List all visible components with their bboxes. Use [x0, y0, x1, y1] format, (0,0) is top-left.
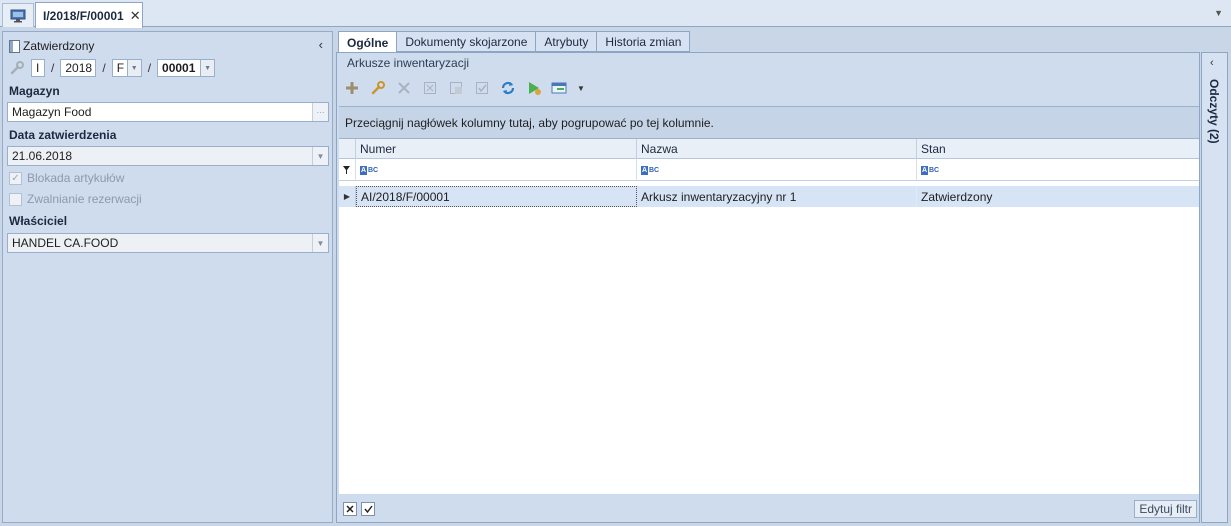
readings-side-panel[interactable]: ‹ Odczyty (2)	[1201, 52, 1228, 523]
cancel-document-icon[interactable]	[421, 79, 439, 97]
monitor-icon	[10, 9, 26, 22]
edit-icon[interactable]	[369, 79, 387, 97]
series-dropdown-icon[interactable]: ▼	[127, 59, 142, 77]
column-header-state[interactable]: Stan	[917, 139, 1199, 159]
column-header-number[interactable]: Numer	[356, 139, 637, 159]
tab-history[interactable]: Historia zmian	[597, 31, 691, 52]
checkbox-empty-icon	[9, 192, 22, 206]
tab-bar: Ogólne Dokumenty skojarzone Atrybuty His…	[338, 31, 691, 53]
document-number-row: I / 2018 / F ▼ / 00001 ▼	[9, 59, 216, 77]
number-sequence-field[interactable]: 00001	[157, 59, 202, 77]
refresh-icon[interactable]	[499, 79, 517, 97]
chevron-down-icon[interactable]: ▼	[1214, 8, 1223, 18]
filter-name-input[interactable]: A BC	[637, 159, 917, 181]
row-indicator-icon: ▶	[339, 186, 356, 207]
approval-date-field[interactable]: 21.06.2018 ▼	[7, 146, 329, 166]
section-title: Arkusze inwentaryzacji	[347, 56, 470, 70]
filter-state-input[interactable]: A BC	[917, 159, 1199, 181]
grid-footer: Edytuj filtr	[339, 497, 1199, 521]
approval-date-value: 21.06.2018	[12, 149, 73, 163]
warehouse-field[interactable]: Magazyn Food ···	[7, 102, 329, 122]
group-by-area[interactable]: Przeciągnij nagłówek kolumny tutaj, aby …	[339, 106, 1199, 138]
status-label: Zatwierdzony	[23, 39, 95, 53]
toolbar: ▼	[343, 78, 585, 98]
run-report-icon[interactable]	[525, 79, 543, 97]
tab-attributes[interactable]: Atrybuty	[536, 31, 598, 52]
table-row[interactable]: ▶ AI/2018/F/00001 Arkusz inwentaryzacyjn…	[339, 186, 1199, 207]
release-reservations-label: Zwalnianie rezerwacji	[27, 192, 142, 206]
owner-value: HANDEL CA.FOOD	[12, 236, 119, 250]
cell-name[interactable]: Arkusz inwentaryzacyjny nr 1	[637, 186, 917, 207]
approve-document-icon[interactable]	[473, 79, 491, 97]
clear-filter-icon[interactable]	[343, 502, 357, 516]
add-icon[interactable]	[343, 79, 361, 97]
text-filter-icon: A BC	[641, 165, 660, 175]
owner-field[interactable]: HANDEL CA.FOOD ▼	[7, 233, 329, 253]
number-separator: /	[51, 61, 55, 75]
edit-filter-button[interactable]: Edytuj filtr	[1134, 500, 1197, 518]
data-grid: Numer Nazwa Stan A BC A BC A BC ▶ AI/2018/F…	[339, 138, 1199, 494]
document-icon	[9, 39, 20, 53]
delete-icon[interactable]	[395, 79, 413, 97]
warehouse-label: Magazyn	[9, 84, 60, 98]
chevron-down-icon[interactable]: ▼	[577, 79, 585, 97]
filter-icon	[339, 159, 356, 181]
collapse-left-icon[interactable]: ‹	[319, 37, 323, 52]
chevron-down-icon[interactable]: ▼	[312, 147, 328, 165]
number-series-field[interactable]: F	[111, 59, 128, 77]
document-tab-label: I/2018/F/00001	[43, 8, 124, 23]
cell-state[interactable]: Zatwierdzony	[917, 186, 1199, 207]
number-year-field[interactable]: 2018	[60, 59, 97, 77]
tab-linked-documents[interactable]: Dokumenty skojarzone	[397, 31, 537, 52]
top-tab-strip: I/2018/F/00001 ✕ ▼	[0, 0, 1231, 28]
main-content: Arkusze inwentaryzacji ▼ Przeciągnij nag…	[336, 52, 1200, 523]
row-indicator-header	[339, 139, 356, 159]
readings-panel-label[interactable]: Odczyty (2)	[1207, 79, 1221, 144]
text-filter-icon: A BC	[360, 165, 379, 175]
release-reservations-checkbox[interactable]: Zwalnianie rezerwacji	[9, 192, 142, 206]
ellipsis-icon[interactable]: ···	[312, 103, 328, 121]
sequence-dropdown-icon[interactable]: ▼	[201, 59, 216, 77]
close-icon[interactable]: ✕	[130, 8, 141, 24]
text-filter-icon: A BC	[921, 165, 940, 175]
enable-filter-checkbox[interactable]	[361, 502, 375, 516]
home-tab[interactable]	[2, 3, 34, 27]
block-items-checkbox[interactable]: ✓ Blokada artykułów	[9, 171, 124, 185]
expand-panel-icon[interactable]: ‹	[1210, 57, 1214, 69]
grid-header: Numer Nazwa Stan	[339, 139, 1199, 159]
block-items-label: Blokada artykułów	[27, 171, 125, 185]
wrench-icon[interactable]	[9, 60, 25, 76]
tab-general[interactable]: Ogólne	[338, 31, 398, 53]
copy-document-icon[interactable]	[447, 79, 465, 97]
left-panel: Zatwierdzony ‹ I / 2018 / F ▼ / 00001 ▼ …	[2, 31, 333, 523]
owner-label: Właściciel	[9, 214, 68, 228]
number-prefix-field[interactable]: I	[31, 59, 45, 77]
warehouse-value: Magazyn Food	[12, 105, 92, 119]
filter-number-input[interactable]: A BC	[356, 159, 637, 181]
number-separator: /	[147, 61, 152, 75]
chevron-down-icon[interactable]: ▼	[312, 234, 328, 252]
cell-number[interactable]: AI/2018/F/00001	[356, 186, 637, 207]
checkmark-icon: ✓	[9, 171, 22, 185]
number-separator: /	[102, 61, 106, 75]
grid-filter-row: A BC A BC A BC	[339, 159, 1199, 181]
approval-date-label: Data zatwierdzenia	[9, 128, 117, 142]
view-options-icon[interactable]	[551, 79, 569, 97]
column-header-name[interactable]: Nazwa	[637, 139, 917, 159]
status-row: Zatwierdzony	[9, 39, 94, 53]
document-tab[interactable]: I/2018/F/00001 ✕	[35, 2, 143, 28]
